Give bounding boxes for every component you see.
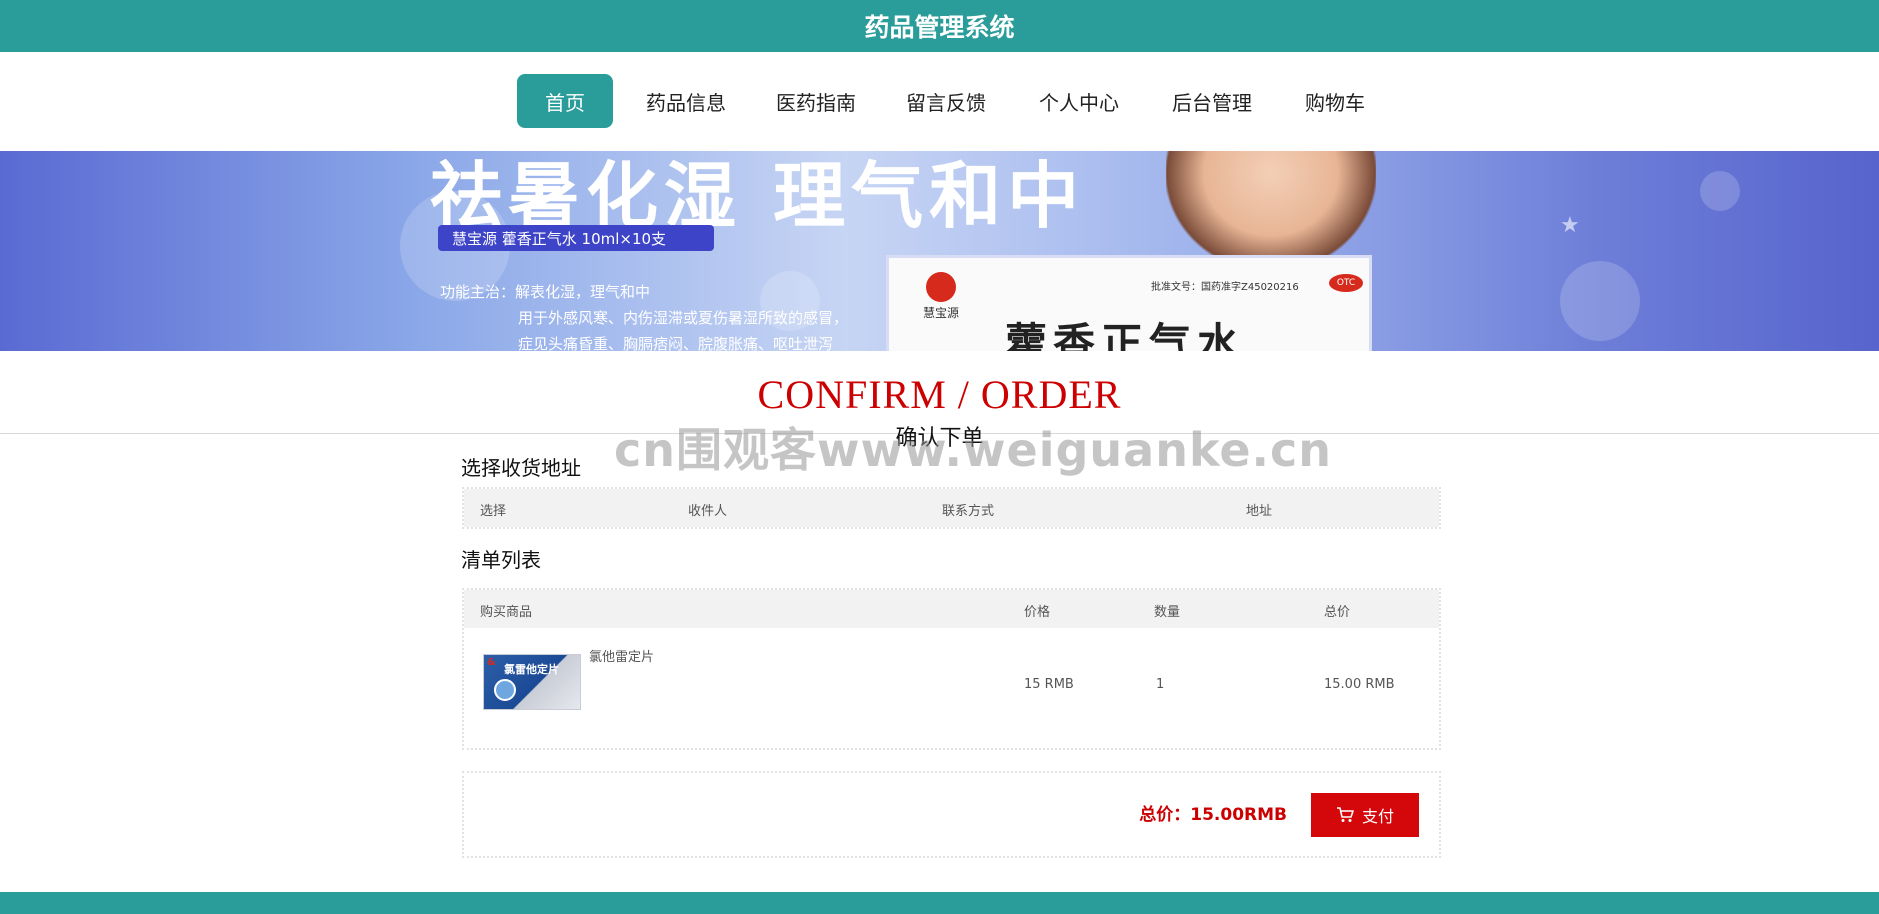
nav-item-drug-info[interactable]: 药品信息: [636, 74, 736, 128]
star-icon: ★: [1560, 213, 1580, 238]
col-product: 购买商品: [480, 605, 533, 620]
cart-icon: [1336, 807, 1354, 823]
app-header: 药品管理系统: [0, 0, 1879, 52]
product-thumbnail[interactable]: & 氯雷他定片: [483, 654, 581, 710]
product-name[interactable]: 氯他雷定片: [589, 646, 654, 665]
nav-item-home[interactable]: 首页: [517, 74, 613, 128]
main-nav: 首页 药品信息 医药指南 留言反馈 个人中心 后台管理 购物车: [0, 52, 1879, 151]
col-contact: 联系方式: [942, 504, 995, 519]
license-number: 批准文号：国药准字Z45020216: [1151, 282, 1299, 293]
otc-badge: OTC: [1329, 274, 1363, 292]
nav-item-admin[interactable]: 后台管理: [1162, 74, 1262, 128]
order-summary: 总价：15.00RMB 支付: [462, 771, 1441, 858]
col-quantity: 数量: [1154, 605, 1181, 620]
watermark: cn围观客www.weiguanke.cn: [614, 423, 1333, 477]
banner-product-name: 藿香正气水: [1005, 319, 1246, 351]
address-table-header: 选择 收件人 联系方式 地址: [464, 489, 1439, 527]
page-heading: CONFIRM / ORDER: [757, 372, 1122, 417]
nav-item-cart[interactable]: 购物车: [1290, 74, 1380, 128]
table-row: & 氯雷他定片 氯他雷定片 15 RMB 1 15.00 RMB: [464, 628, 1439, 746]
banner-model-image: [1166, 151, 1376, 271]
address-section-title: 选择收货地址: [461, 456, 581, 480]
order-table: 购买商品 价格 数量 总价 & 氯雷他定片 氯他雷定片 15 RMB 1 15.…: [462, 588, 1441, 750]
banner-tag: 慧宝源 藿香正气水 10ml×10支: [438, 225, 714, 251]
pay-button[interactable]: 支付: [1311, 793, 1419, 837]
col-select: 选择: [480, 504, 507, 519]
product-price: 15 RMB: [1024, 677, 1074, 692]
order-list-title: 清单列表: [461, 548, 541, 572]
col-price: 价格: [1024, 605, 1051, 620]
col-total: 总价: [1324, 605, 1351, 620]
order-total: 总价：15.00RMB: [1139, 805, 1287, 825]
nav-item-personal-center[interactable]: 个人中心: [1029, 74, 1129, 128]
nav-item-feedback[interactable]: 留言反馈: [896, 74, 996, 128]
pay-label: 支付: [1361, 807, 1394, 826]
address-table: 选择 收件人 联系方式 地址: [462, 487, 1441, 529]
banner-product-box: 慧宝源 批准文号：国药准字Z45020216 OTC 藿香正气水: [886, 255, 1372, 351]
footer-bar: [0, 892, 1879, 914]
nav-item-medical-guide[interactable]: 医药指南: [766, 74, 866, 128]
banner-description: 功能主治：解表化湿，理气和中 用于外感风寒、内伤湿滞或夏伤暑湿所致的感冒， 症见…: [440, 283, 849, 351]
brand-logo: 慧宝源: [923, 272, 959, 321]
app-title: 药品管理系统: [864, 13, 1015, 42]
product-quantity: 1: [1156, 677, 1165, 692]
col-recipient: 收件人: [688, 504, 728, 519]
col-address: 地址: [1246, 504, 1273, 519]
promo-banner[interactable]: 祛暑化湿 理气和中 慧宝源 藿香正气水 10ml×10支 功能主治：解表化湿，理…: [0, 151, 1879, 351]
order-table-header: 购买商品 价格 数量 总价: [464, 590, 1439, 628]
product-total: 15.00 RMB: [1324, 677, 1395, 692]
